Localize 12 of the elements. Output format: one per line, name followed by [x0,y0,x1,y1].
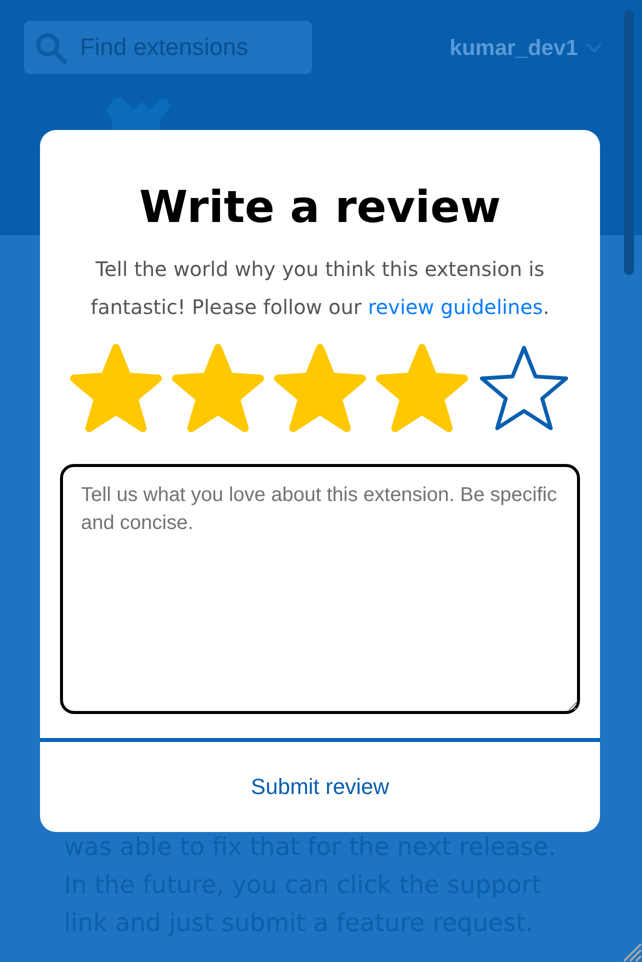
user-menu[interactable]: kumar_dev1 [450,34,618,60]
filled-star-icon[interactable] [272,342,368,434]
review-guidelines-link[interactable]: review guidelines [368,295,543,319]
chevron-icon [586,42,602,52]
filled-star-icon[interactable] [68,342,164,434]
dialog-title: Write a review [139,182,501,234]
filled-star-icon[interactable] [374,342,470,434]
filled-star-icon[interactable] [170,342,266,434]
dialog-description: Tell the world why you think this extension is fantastic! Please follow our review guidelines. [90,256,550,321]
scrollbar-thumb[interactable] [624,10,634,275]
submit-review-button[interactable]: Submit review [240,770,400,804]
review-text-field[interactable]: Tell us what you love about this extension. Be specific and concise. [60,464,580,714]
